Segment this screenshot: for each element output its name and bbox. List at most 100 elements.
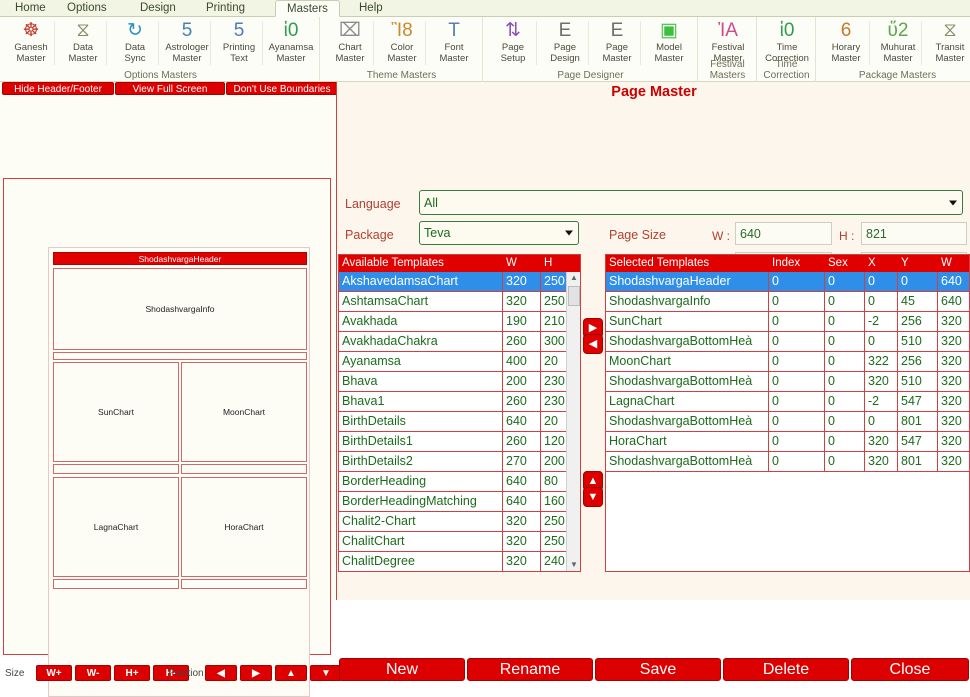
cell-x: 320 bbox=[865, 452, 898, 471]
ribbon-button-transit-master[interactable]: ⧖TransitMaster bbox=[924, 19, 970, 67]
table-row[interactable]: HoraChart00320547320250 bbox=[606, 432, 969, 452]
ribbon-tab-masters[interactable]: Masters bbox=[275, 0, 340, 17]
preview-toggle-don-t-use-boundaries[interactable]: Don't Use Boundaries bbox=[226, 82, 338, 95]
table-row[interactable]: ShodashvargaBottomHeà0032080132020 bbox=[606, 452, 969, 472]
cell-sex: 0 bbox=[825, 432, 865, 451]
table-row[interactable]: ShodashvargaBottomHeà0032051032020 bbox=[606, 372, 969, 392]
preview-toggle-hide-header-footer[interactable]: Hide Header/Footer bbox=[2, 82, 114, 95]
table-row[interactable]: SunChart00-2256320250 bbox=[606, 312, 969, 332]
ribbon-tab-home[interactable]: Home bbox=[4, 0, 57, 17]
position-down-button[interactable]: ▼ bbox=[310, 665, 342, 681]
rename-button[interactable]: Rename bbox=[467, 658, 593, 681]
ribbon-tab-design[interactable]: Design bbox=[129, 0, 187, 17]
close-button[interactable]: Close bbox=[851, 658, 969, 681]
ribbon-tab-help[interactable]: Help bbox=[348, 0, 394, 17]
table-row[interactable]: BorderHeading64080 bbox=[339, 472, 566, 492]
move-down-button[interactable]: ▼ bbox=[583, 487, 603, 507]
ribbon-button-chart-master[interactable]: ⌧ChartMaster bbox=[324, 19, 376, 67]
table-row[interactable]: LagnaChart00-2547320250 bbox=[606, 392, 969, 412]
scroll-thumb[interactable] bbox=[568, 286, 580, 306]
table-row[interactable]: Bhava200230 bbox=[339, 372, 566, 392]
ribbon-button-horary-master[interactable]: ὎6HoraryMaster bbox=[820, 19, 872, 67]
ribbon-button-muhurat-master[interactable]: ὕ2MuhuratMaster bbox=[872, 19, 924, 67]
scroll-up-icon[interactable]: ▲ bbox=[568, 272, 580, 284]
ribbon-button-data-sync[interactable]: ↻DataSync bbox=[109, 19, 161, 67]
size-button-Hplus[interactable]: H+ bbox=[114, 665, 150, 681]
ribbon-tab-options[interactable]: Options bbox=[56, 0, 118, 17]
ribbon-button-page-master[interactable]: ὜EPageMaster bbox=[591, 19, 643, 67]
size-button-Wminus[interactable]: W- bbox=[75, 665, 111, 681]
preview-box[interactable] bbox=[53, 464, 179, 474]
preview-canvas[interactable]: ShodashvargaHeader ShodashvargaInfo SunCha… bbox=[3, 178, 331, 655]
cell-y: 510 bbox=[898, 372, 938, 391]
table-row[interactable]: MoonChart00322256320250 bbox=[606, 352, 969, 372]
remove-template-button[interactable]: ◀ bbox=[583, 334, 603, 354]
table-row[interactable]: Chalit2-Chart320250 bbox=[339, 512, 566, 532]
position-up-button[interactable]: ▲ bbox=[275, 665, 307, 681]
package-select[interactable]: Teva bbox=[419, 221, 579, 245]
page-size-h-input[interactable]: 821 bbox=[861, 222, 967, 245]
cell-sex: 0 bbox=[825, 412, 865, 431]
table-row[interactable]: Bhava1260230 bbox=[339, 392, 566, 412]
position-left-button[interactable]: ◀ bbox=[205, 665, 237, 681]
table-row[interactable]: AvakhadaChakra260300 bbox=[339, 332, 566, 352]
table-row[interactable]: ShodashvargaBottomHeà00080132020 bbox=[606, 412, 969, 432]
save-button[interactable]: Save bbox=[595, 658, 721, 681]
ribbon-button-font-master[interactable]: TFontMaster bbox=[428, 19, 480, 67]
table-row[interactable]: Avakhada190210 bbox=[339, 312, 566, 332]
ribbon-button-page-setup[interactable]: ⇅PageSetup bbox=[487, 19, 539, 67]
preview-box[interactable] bbox=[53, 352, 307, 360]
preview-box[interactable]: HoraChart bbox=[181, 477, 307, 577]
table-row[interactable]: BirthDetails64020 bbox=[339, 412, 566, 432]
table-row[interactable]: AshtamsaChart320250 bbox=[339, 292, 566, 312]
table-row[interactable]: ShodashvargaBottomHeà00051032020 bbox=[606, 332, 969, 352]
cell-name: BorderHeading bbox=[339, 472, 503, 491]
ribbon-button-astrologer-master[interactable]: ὆5AstrologerMaster bbox=[161, 19, 213, 67]
table-row[interactable]: BirthDetails1260120 bbox=[339, 432, 566, 452]
ribbon-tabstrip: HomeOptions Design Printing Masters Help bbox=[0, 0, 970, 17]
ribbon-button-model-master[interactable]: ▣ModelMaster bbox=[643, 19, 695, 67]
ribbon-button-ganesh-master[interactable]: ☸GaneshMaster bbox=[5, 19, 57, 67]
language-select[interactable]: All bbox=[419, 190, 963, 215]
preview-box[interactable]: MoonChart bbox=[181, 362, 307, 462]
table-row[interactable]: ShodashvargaHeader000064035 bbox=[606, 272, 969, 292]
preview-box[interactable]: LagnaChart bbox=[53, 477, 179, 577]
preview-box[interactable] bbox=[53, 579, 179, 589]
table-row[interactable]: BirthDetails2270200 bbox=[339, 452, 566, 472]
position-right-button[interactable]: ▶ bbox=[240, 665, 272, 681]
ribbon-button-color-master[interactable]: Ἲ8ColorMaster bbox=[376, 19, 428, 67]
preview-box[interactable]: ShodashvargaInfo bbox=[53, 268, 307, 350]
table-row[interactable]: BorderHeadingMatching640160 bbox=[339, 492, 566, 512]
ribbon-tab-printing[interactable]: Printing bbox=[195, 0, 256, 17]
selected-templates-grid[interactable]: Selected TemplatesIndexSexXYWHShodashvar… bbox=[605, 254, 970, 572]
preview-box[interactable] bbox=[181, 464, 307, 474]
ribbon-button-data-master[interactable]: ⧖DataMaster bbox=[57, 19, 109, 67]
updown-arrow-icon: ⇅ bbox=[487, 19, 539, 43]
table-row[interactable]: ShodashvargaInfo00045640207 bbox=[606, 292, 969, 312]
ribbon-item-divider bbox=[536, 21, 537, 65]
preview-box[interactable]: SunChart bbox=[53, 362, 179, 462]
table-row[interactable]: AkshavedamsaChart320250 bbox=[339, 272, 566, 292]
ribbon-button-ayanamsa-master[interactable]: ἱ0AyanamsaMaster bbox=[265, 19, 317, 67]
available-templates-grid[interactable]: Available TemplatesWHAkshavedamsaChart32… bbox=[338, 254, 581, 572]
page-size-w-input[interactable]: 640 bbox=[735, 222, 832, 245]
cell-name: HoraChart bbox=[606, 432, 769, 451]
table-row[interactable]: ChalitDegree320240 bbox=[339, 552, 566, 572]
preview-box[interactable] bbox=[181, 579, 307, 589]
column-header: Selected Templates bbox=[606, 255, 769, 272]
size-button-Wplus[interactable]: W+ bbox=[36, 665, 72, 681]
ribbon-button-label-line2: Master bbox=[591, 54, 643, 65]
new-button[interactable]: New bbox=[339, 658, 465, 681]
table-row[interactable]: ChalitChart320250 bbox=[339, 532, 566, 552]
ribbon-button-printing-text[interactable]: ὆5PrintingText bbox=[213, 19, 265, 67]
table-row[interactable]: Ayanamsa40020 bbox=[339, 352, 566, 372]
scroll-down-icon[interactable]: ▼ bbox=[568, 559, 580, 571]
page-preview-panel: ShodashvargaHeader ShodashvargaInfo SunCha… bbox=[0, 82, 336, 600]
available-templates-scrollbar[interactable]: ▲▼ bbox=[566, 272, 580, 571]
preview-toggle-view-full-screen[interactable]: View Full Screen bbox=[115, 82, 225, 95]
delete-button[interactable]: Delete bbox=[723, 658, 849, 681]
preview-box[interactable]: ShodashvargaHeader bbox=[53, 252, 307, 265]
ribbon-group-label: Time Correction bbox=[758, 59, 815, 81]
ribbon-button-label-line2: Sync bbox=[109, 54, 161, 65]
ribbon-button-page-design[interactable]: ὜EPageDesign bbox=[539, 19, 591, 67]
